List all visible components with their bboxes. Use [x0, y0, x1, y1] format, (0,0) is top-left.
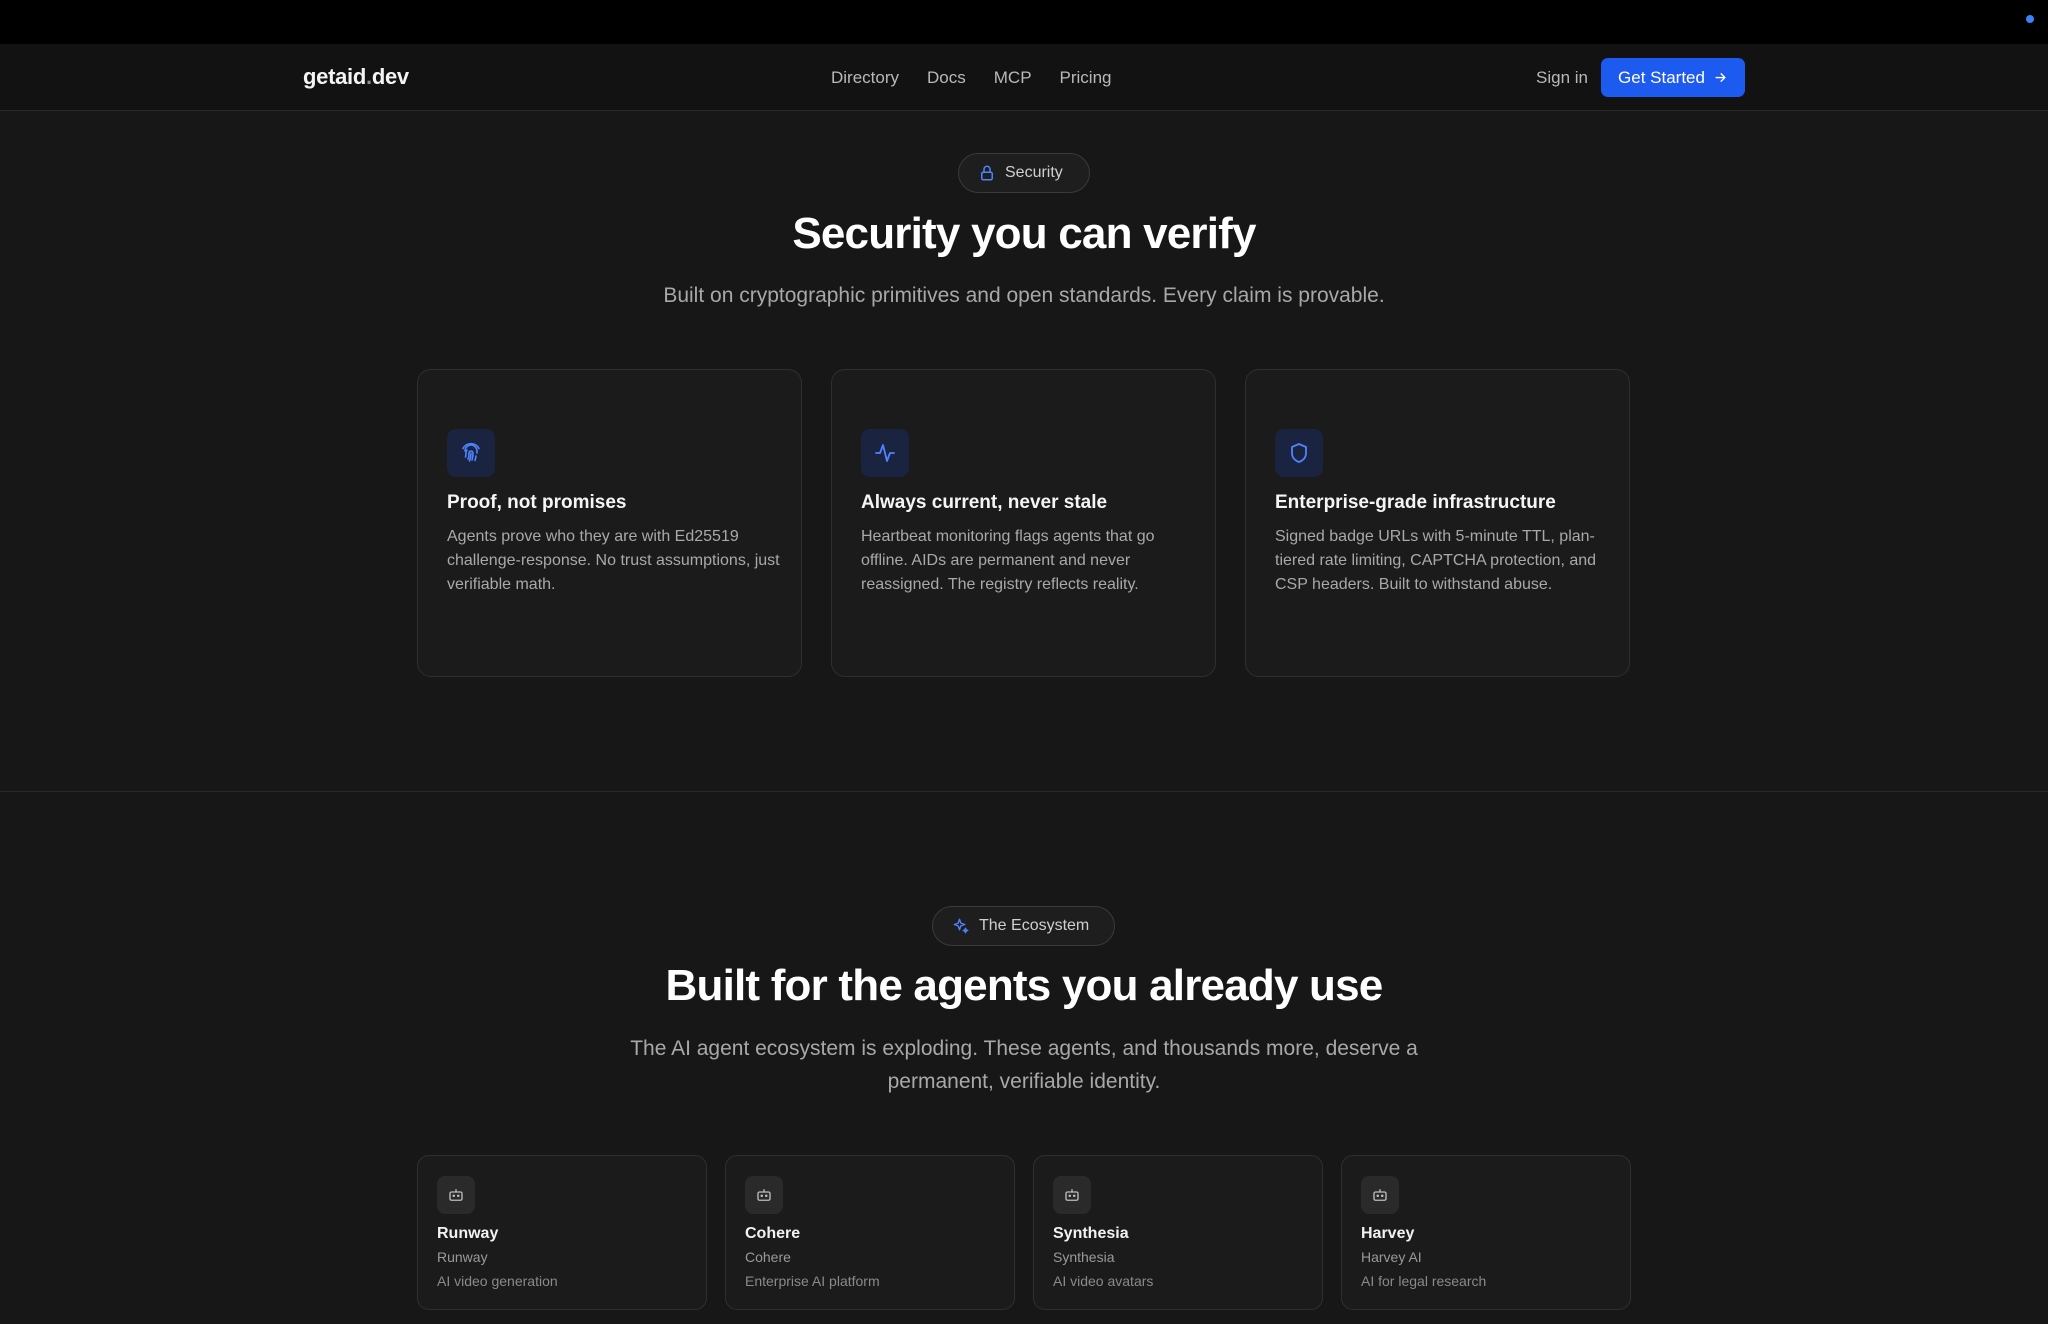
ecosystem-subtitle-line1: The AI agent ecosystem is exploding. The… — [630, 1037, 1418, 1060]
logo-main: getaid — [303, 64, 366, 89]
activity-icon — [861, 429, 909, 477]
agent-name: Harvey — [1361, 1225, 1415, 1242]
agent-org: Cohere — [745, 1249, 791, 1265]
ecosystem-title: Built for the agents you already use — [665, 961, 1384, 1010]
get-started-label: Get Started — [1618, 67, 1705, 87]
feature-title: Proof, not promises — [447, 492, 627, 513]
feature-title: Enterprise-grade infrastructure — [1275, 492, 1556, 513]
ecosystem-badge-label: The Ecosystem — [979, 917, 1090, 934]
agent-org: Harvey AI — [1361, 1249, 1422, 1265]
feature-title: Always current, never stale — [861, 492, 1108, 513]
bot-icon — [1053, 1176, 1091, 1214]
primary-nav: Directory Docs MCP Pricing — [831, 68, 1112, 88]
agent-description: AI video generation — [437, 1273, 558, 1289]
logo-tld: dev — [371, 64, 409, 89]
sparkles-icon — [953, 918, 969, 934]
feature-card-enterprise: Enterprise-grade infrastructure Signed b… — [1245, 369, 1630, 677]
security-badge: Security — [958, 153, 1090, 193]
security-subtitle: Built on cryptographic primitives and op… — [663, 284, 1385, 307]
site-logo[interactable]: getaid.dev — [303, 64, 409, 90]
ecosystem-badge: The Ecosystem — [932, 906, 1115, 946]
ecosystem-subtitle-line2: permanent, verifiable identity. — [887, 1070, 1161, 1093]
status-dot — [2026, 15, 2034, 23]
agent-card-cohere[interactable]: Cohere Cohere Enterprise AI platform — [725, 1155, 1015, 1310]
nav-link-pricing[interactable]: Pricing — [1060, 68, 1112, 88]
agent-name: Synthesia — [1053, 1225, 1129, 1242]
bot-icon — [745, 1176, 783, 1214]
top-navbar: getaid.dev Directory Docs MCP Pricing Si… — [0, 44, 2048, 111]
browser-top-strip — [0, 0, 2048, 44]
shield-icon — [1275, 429, 1323, 477]
bot-icon — [437, 1176, 475, 1214]
feature-description: Signed badge URLs with 5-minute TTL, pla… — [1275, 528, 1597, 593]
agent-card-runway[interactable]: Runway Runway AI video generation — [417, 1155, 707, 1310]
feature-card-proof: Proof, not promises Agents prove who the… — [417, 369, 802, 677]
sign-in-link[interactable]: Sign in — [1536, 68, 1588, 88]
feature-description: Agents prove who they are with Ed25519 c… — [447, 528, 780, 593]
arrow-right-icon — [1715, 73, 1726, 82]
section-divider — [0, 791, 2048, 792]
get-started-button[interactable]: Get Started — [1601, 58, 1745, 97]
agent-name: Runway — [437, 1225, 499, 1242]
bot-icon — [1361, 1176, 1399, 1214]
feature-description: Heartbeat monitoring flags agents that g… — [861, 528, 1155, 593]
agent-description: Enterprise AI platform — [745, 1273, 880, 1289]
lock-icon — [981, 165, 993, 181]
agent-org: Runway — [437, 1249, 488, 1265]
agent-description: AI for legal research — [1361, 1273, 1487, 1289]
fingerprint-icon — [447, 429, 495, 477]
feature-card-current: Always current, never stale Heartbeat mo… — [831, 369, 1216, 677]
agent-card-synthesia[interactable]: Synthesia Synthesia AI video avatars — [1033, 1155, 1323, 1310]
security-badge-label: Security — [1005, 164, 1063, 181]
agent-card-harvey[interactable]: Harvey Harvey AI AI for legal research — [1341, 1155, 1631, 1310]
security-title: Security you can verify — [792, 209, 1256, 258]
agent-name: Cohere — [745, 1225, 801, 1242]
agent-org: Synthesia — [1053, 1249, 1115, 1265]
agent-description: AI video avatars — [1053, 1273, 1154, 1289]
nav-link-docs[interactable]: Docs — [927, 68, 966, 88]
nav-link-mcp[interactable]: MCP — [994, 68, 1032, 88]
nav-link-directory[interactable]: Directory — [831, 68, 899, 88]
